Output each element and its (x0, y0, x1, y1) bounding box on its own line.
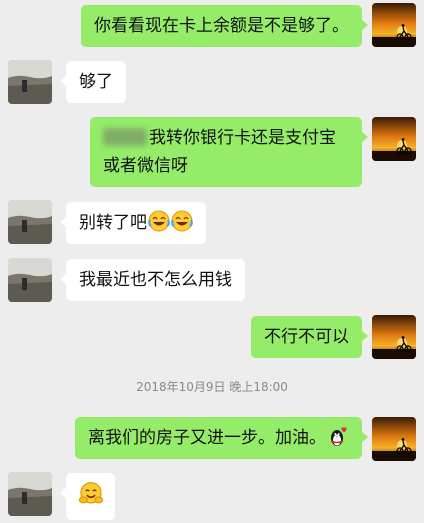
penguin-heart-sticker-icon (327, 425, 349, 447)
message-text: 够了 (79, 72, 113, 92)
message-bubble[interactable]: 别转了吧 (60, 202, 206, 244)
message-text: 不行不可以 (264, 327, 349, 347)
message-text: 你看看现在卡上余额是不是够了。 (94, 16, 349, 36)
message-text: 别转了吧 (79, 213, 147, 233)
my-avatar-icon[interactable] (372, 417, 416, 461)
message-text: 我最近也不怎么用钱 (79, 270, 232, 290)
their-avatar-icon[interactable] (8, 60, 52, 104)
message-bubble[interactable]: 你看看现在卡上余额是不是够了。 (81, 5, 368, 47)
their-avatar-icon[interactable] (8, 258, 52, 302)
message-bubble[interactable]: 我转你银行卡还是支付宝或者微信呀 (90, 117, 368, 187)
message-bubble[interactable] (60, 473, 115, 520)
laughing-tears-emoji-icon (148, 210, 170, 232)
my-avatar-icon[interactable] (372, 315, 416, 359)
my-avatar-icon[interactable] (372, 117, 416, 161)
redacted-name (103, 128, 147, 146)
laughing-tears-emoji-icon (171, 210, 193, 232)
message-bubble[interactable]: 不行不可以 (251, 316, 368, 358)
their-avatar-icon[interactable] (8, 200, 52, 244)
message-text: 离我们的房子又进一步。加油。 (88, 428, 326, 448)
message-bubble[interactable]: 我最近也不怎么用钱 (60, 259, 245, 301)
message-bubble[interactable]: 够了 (60, 61, 126, 103)
message-bubble[interactable]: 离我们的房子又进一步。加油。 (75, 417, 368, 459)
chat-window: 你看看现在卡上余额是不是够了。 够了 我转你银行卡还是支付宝或者微信呀 别转了吧… (0, 0, 424, 523)
their-avatar-icon[interactable] (8, 472, 52, 516)
my-avatar-icon[interactable] (372, 3, 416, 47)
hugging-face-emoji-icon (78, 481, 104, 507)
timestamp: 2018年10月9日 晚上18:00 (136, 380, 288, 394)
